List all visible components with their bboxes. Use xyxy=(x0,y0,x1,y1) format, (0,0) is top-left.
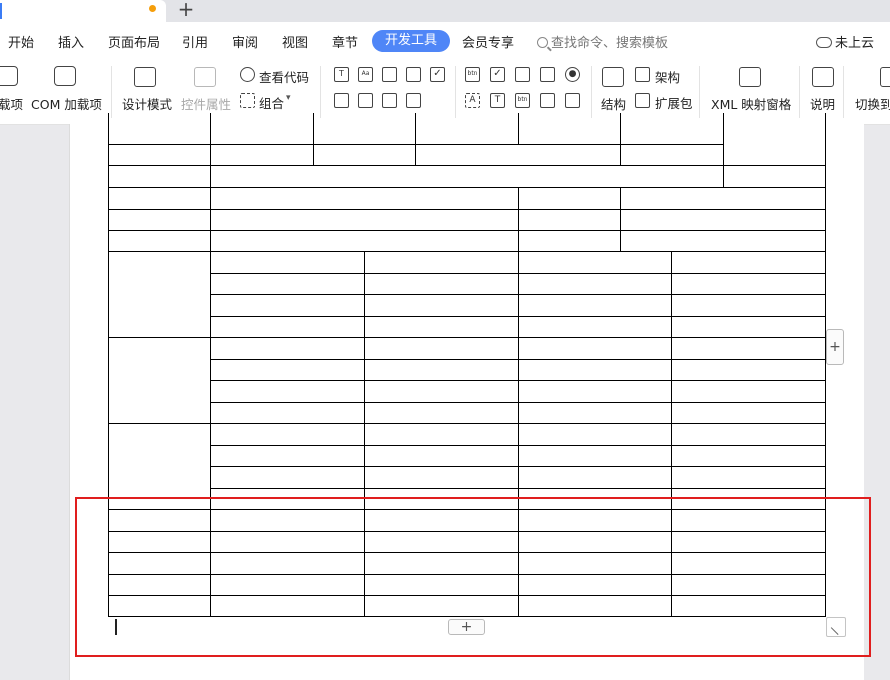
document-tab[interactable] xyxy=(0,0,166,22)
tab-member[interactable]: 会员专享 xyxy=(462,32,514,51)
highlight-annotation xyxy=(75,497,871,657)
expansion-pack-button[interactable]: 扩展包 xyxy=(655,93,693,112)
design-mode-icon xyxy=(134,67,156,87)
text-control-icon[interactable]: T xyxy=(334,67,349,82)
schema-icon xyxy=(635,67,650,82)
expansion-pack-icon xyxy=(635,93,650,108)
tab-page-layout[interactable]: 页面布局 xyxy=(108,32,160,51)
command-button-icon[interactable]: btn xyxy=(515,93,530,108)
label-control-icon[interactable]: A xyxy=(465,93,480,108)
combo-box-icon[interactable] xyxy=(515,67,530,82)
option-box-icon[interactable] xyxy=(382,93,397,108)
switch-icon xyxy=(880,67,890,87)
building-block-icon[interactable] xyxy=(406,67,421,82)
control-properties-icon xyxy=(194,67,216,87)
tab-accent-bar xyxy=(0,3,2,19)
tab-view[interactable]: 视图 xyxy=(282,32,308,51)
addins-button[interactable]: 载项 xyxy=(0,94,23,113)
help-icon xyxy=(812,67,834,87)
tab-section[interactable]: 章节 xyxy=(332,32,358,51)
view-code-icon xyxy=(240,67,255,82)
radio-control-icon[interactable]: ● xyxy=(565,67,580,82)
cloud-icon xyxy=(816,37,832,48)
tab-developer[interactable]: 开发工具 xyxy=(372,30,451,52)
com-addins-icon xyxy=(54,66,76,86)
table-control-icon[interactable] xyxy=(406,93,421,108)
group-button[interactable]: 组合 xyxy=(259,93,284,112)
ribbon-separator xyxy=(699,66,700,118)
textbox-control-icon[interactable]: T xyxy=(490,93,505,108)
schema-button[interactable]: 架构 xyxy=(655,67,680,86)
switch-button[interactable]: 切换到 xyxy=(855,94,890,113)
help-button[interactable]: 说明 xyxy=(810,94,835,113)
spin-button-icon[interactable] xyxy=(565,93,580,108)
rich-text-control-icon[interactable]: Aa xyxy=(358,67,373,82)
ribbon-separator xyxy=(455,66,456,118)
ribbon-separator xyxy=(591,66,592,118)
unsaved-indicator xyxy=(149,5,156,12)
tab-references[interactable]: 引用 xyxy=(182,32,208,51)
tab-review[interactable]: 审阅 xyxy=(232,32,258,51)
tab-home[interactable]: 开始 xyxy=(8,32,34,51)
cloud-status[interactable]: 未上云 xyxy=(816,32,874,51)
menu-bar: 开始 插入 页面布局 引用 审阅 视图 章节 开发工具 会员专享 查找命令、搜索… xyxy=(0,22,890,60)
title-tab-strip: + xyxy=(0,0,890,22)
group-icon xyxy=(240,93,255,108)
structure-icon xyxy=(602,67,624,87)
checkbox-control-icon[interactable]: ✓ xyxy=(430,67,445,82)
command-search[interactable]: 查找命令、搜索模板 xyxy=(537,32,668,51)
ribbon-separator xyxy=(843,66,844,118)
xml-mapping-button[interactable]: XML 映射窗格 xyxy=(711,94,791,113)
cloud-status-label: 未上云 xyxy=(835,36,875,51)
tab-insert[interactable]: 插入 xyxy=(58,32,84,51)
chevron-down-icon[interactable]: ▾ xyxy=(286,93,291,103)
design-mode-button[interactable]: 设计模式 xyxy=(122,94,172,113)
button-control-icon[interactable]: btn xyxy=(465,67,480,82)
com-addins-button[interactable]: COM 加载项 xyxy=(31,94,102,113)
structure-button[interactable]: 结构 xyxy=(601,94,626,113)
ribbon-separator xyxy=(799,66,800,118)
search-icon xyxy=(537,37,548,48)
check-control-icon[interactable]: ✓ xyxy=(490,67,505,82)
frame-icon[interactable] xyxy=(358,93,373,108)
ribbon-separator xyxy=(320,66,321,118)
add-column-button[interactable]: + xyxy=(826,329,844,365)
search-placeholder: 查找命令、搜索模板 xyxy=(551,36,669,51)
group-box-icon[interactable] xyxy=(334,93,349,108)
xml-mapping-icon xyxy=(739,67,761,87)
list-box-icon[interactable] xyxy=(540,67,555,82)
toggle-button-icon[interactable] xyxy=(540,93,555,108)
ribbon-separator xyxy=(111,66,112,118)
new-tab-button[interactable]: + xyxy=(176,0,196,21)
picture-control-icon[interactable] xyxy=(382,67,397,82)
addins-icon xyxy=(0,66,18,86)
view-code-button[interactable]: 查看代码 xyxy=(259,67,309,86)
control-properties-button[interactable]: 控件属性 xyxy=(181,94,231,113)
